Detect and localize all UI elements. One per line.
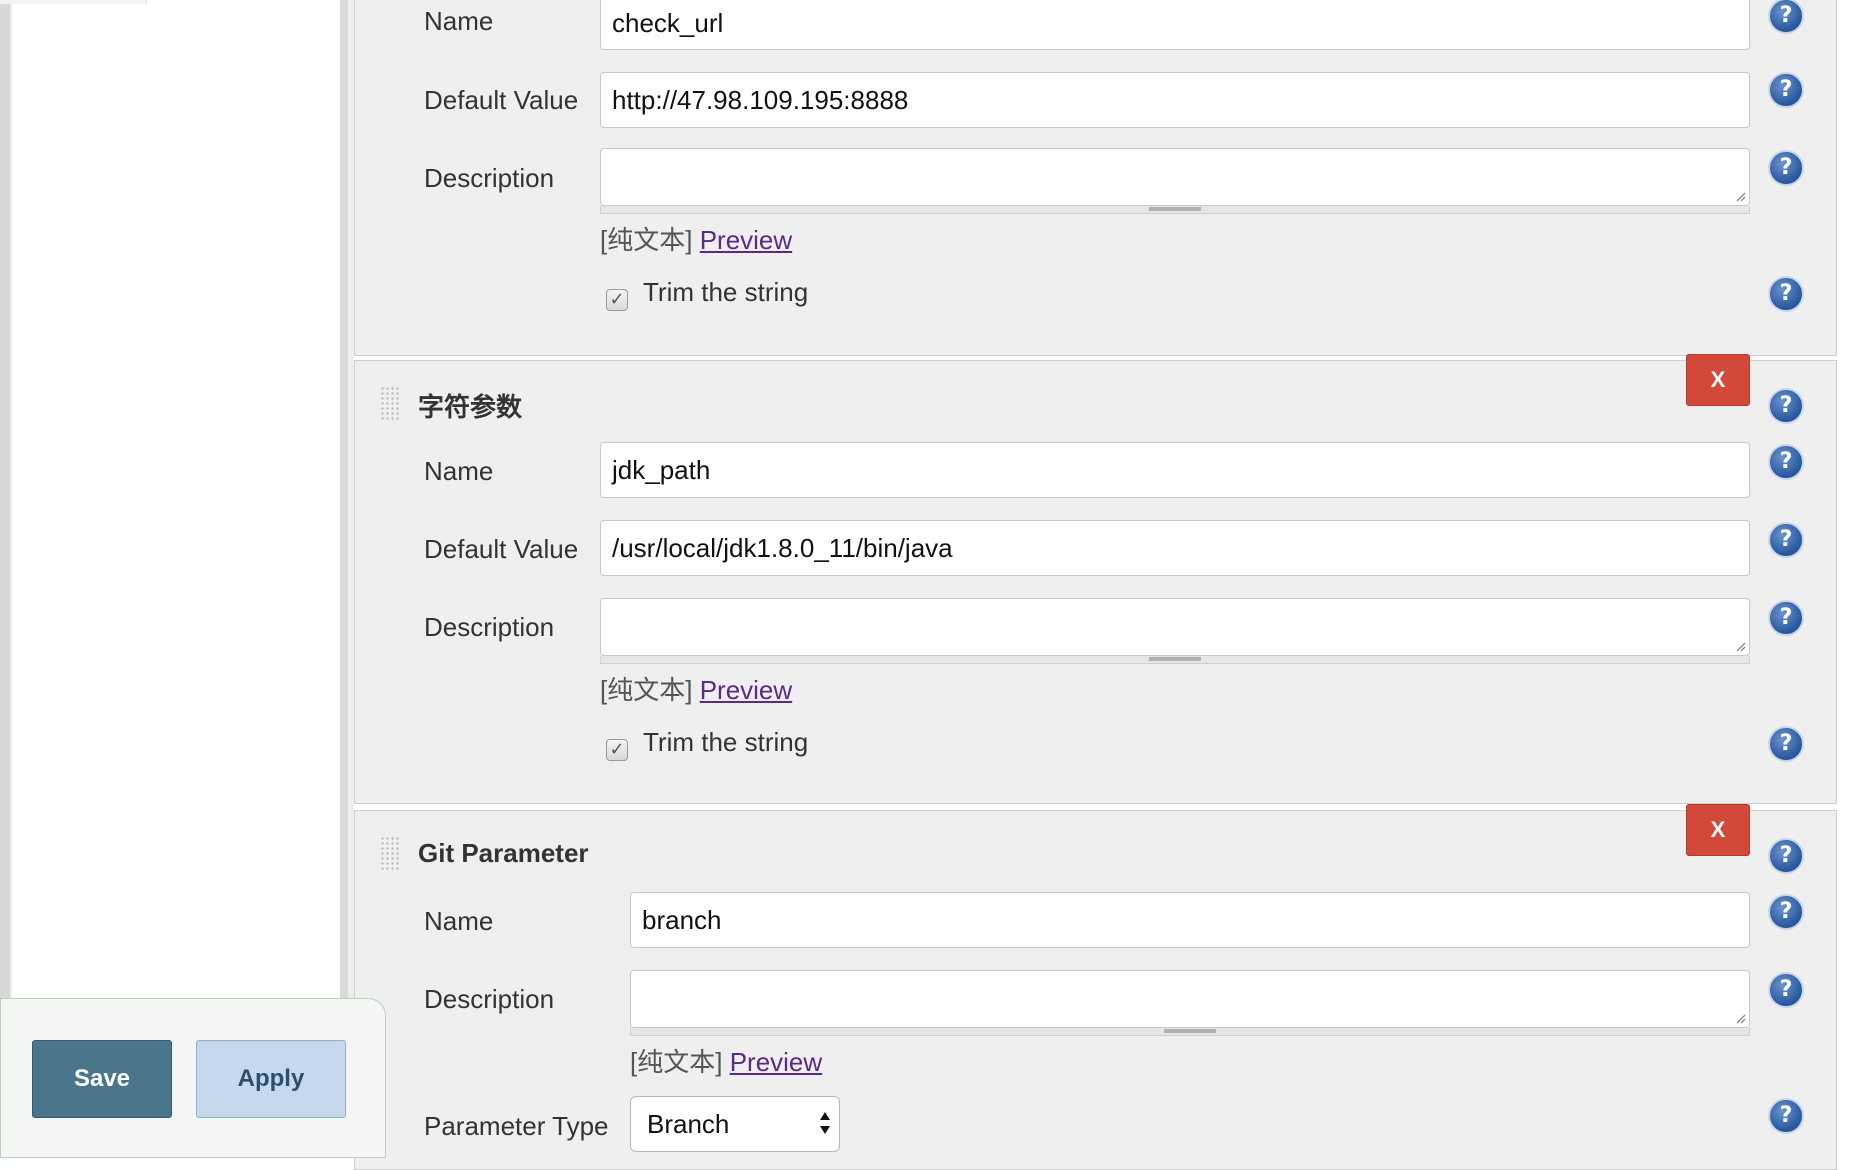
resize-grip-icon[interactable] (1734, 640, 1746, 652)
help-icon[interactable]: ? (1768, 444, 1804, 480)
help-icon[interactable]: ? (1768, 1098, 1804, 1134)
format-hint: [纯文本] Preview (600, 670, 792, 707)
format-hint: [纯文本] Preview (630, 1042, 822, 1079)
format-type-label: [纯文本] (630, 1047, 723, 1077)
name-input[interactable]: check_url (600, 0, 1750, 50)
default-value-label: Default Value (424, 85, 579, 115)
parameter-type-label: Parameter Type (424, 1111, 609, 1141)
name-label: Name (424, 6, 494, 36)
description-label: Description (424, 163, 555, 193)
help-icon[interactable]: ? (1768, 276, 1804, 312)
trim-string-label: Trim the string (643, 727, 809, 757)
help-icon[interactable]: ? (1768, 150, 1804, 186)
help-icon[interactable]: ? (1768, 972, 1804, 1008)
format-type-label: [纯文本] (600, 675, 693, 705)
sidebar-divider (340, 0, 348, 1144)
name-input[interactable]: jdk_path (600, 442, 1750, 498)
apply-button[interactable]: Apply (196, 1040, 346, 1118)
textarea-resize-bar[interactable] (630, 1028, 1750, 1036)
preview-link[interactable]: Preview (730, 1047, 822, 1077)
help-icon[interactable]: ? (1768, 388, 1804, 424)
resize-grip-icon[interactable] (1734, 190, 1746, 202)
help-icon[interactable]: ? (1768, 522, 1804, 558)
section-title: Git Parameter (418, 838, 589, 868)
trim-string-label: Trim the string (643, 277, 809, 307)
name-label: Name (424, 456, 494, 486)
parameter-type-value: Branch (647, 1108, 730, 1139)
textarea-resize-bar[interactable] (600, 206, 1750, 214)
drag-handle-icon[interactable] (380, 386, 400, 420)
name-input[interactable]: branch (630, 892, 1750, 948)
textarea-resize-bar[interactable] (600, 656, 1750, 664)
top-tab-edge (0, 0, 147, 4)
preview-link[interactable]: Preview (700, 675, 792, 705)
grip-icon (1164, 1029, 1216, 1033)
description-label: Description (424, 984, 555, 1014)
left-border-inner (10, 0, 12, 1144)
trim-string-checkbox[interactable]: ✓ (606, 289, 628, 311)
delete-parameter-button[interactable]: X (1686, 804, 1750, 856)
format-hint: [纯文本] Preview (600, 220, 792, 257)
name-label: Name (424, 906, 494, 936)
description-label: Description (424, 612, 555, 642)
default-value-label: Default Value (424, 534, 579, 564)
help-icon[interactable]: ? (1768, 894, 1804, 930)
string-parameter-jdk-path (354, 360, 1837, 804)
grip-icon (1149, 207, 1201, 211)
select-arrows-icon (820, 1112, 830, 1134)
left-border (0, 0, 10, 1144)
save-button[interactable]: Save (32, 1040, 172, 1118)
help-icon[interactable]: ? (1768, 726, 1804, 762)
help-icon[interactable]: ? (1768, 600, 1804, 636)
help-icon[interactable]: ? (1768, 72, 1804, 108)
trim-string-checkbox[interactable]: ✓ (606, 739, 628, 761)
resize-grip-icon[interactable] (1734, 1012, 1746, 1024)
description-textarea[interactable] (600, 598, 1750, 656)
default-value-input[interactable]: /usr/local/jdk1.8.0_11/bin/java (600, 520, 1750, 576)
delete-parameter-button[interactable]: X (1686, 354, 1750, 406)
default-value-input[interactable]: http://47.98.109.195:8888 (600, 72, 1750, 128)
drag-handle-icon[interactable] (380, 836, 400, 870)
grip-icon (1149, 657, 1201, 661)
format-type-label: [纯文本] (600, 225, 693, 255)
description-textarea[interactable] (600, 148, 1750, 206)
help-icon[interactable]: ? (1768, 838, 1804, 874)
description-textarea[interactable] (630, 970, 1750, 1028)
section-title: 字符参数 (418, 392, 523, 422)
preview-link[interactable]: Preview (700, 225, 792, 255)
